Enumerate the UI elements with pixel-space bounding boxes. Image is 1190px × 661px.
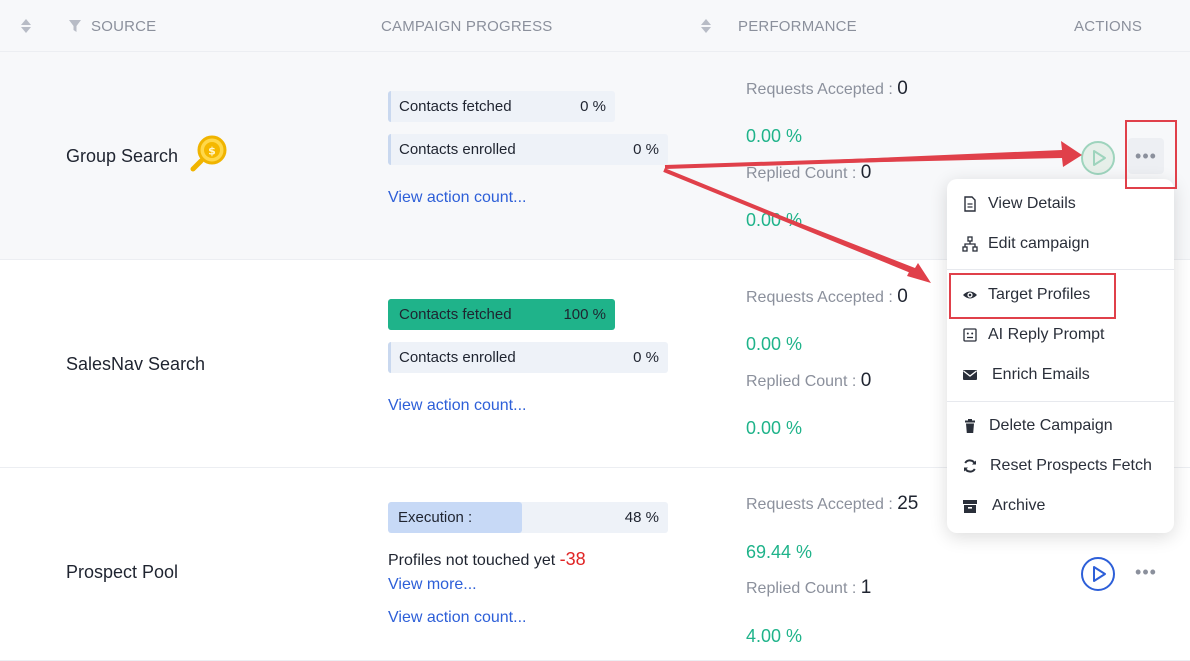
progress-contacts-fetched: Contacts fetched 0 % [388, 91, 615, 122]
replied-count-label: Replied Count : [746, 580, 857, 597]
trash-icon [965, 419, 975, 433]
requests-accepted-percent: 0.00 % [746, 126, 803, 146]
menu-item-label: View Details [988, 195, 1076, 212]
progress-label: Contacts enrolled [399, 141, 516, 158]
view-more-link[interactable]: View more... [388, 576, 477, 594]
progress-value: 100 % [563, 306, 606, 323]
replied-count-percent: 4.00 % [746, 626, 803, 646]
requests-accepted-percent: 0.00 % [746, 334, 803, 354]
play-icon[interactable] [1080, 140, 1116, 176]
progress-value: 0 % [580, 98, 606, 115]
menu-item-ai-reply-prompt[interactable]: AI Reply Prompt [947, 316, 1174, 356]
replied-count-percent: 0.00 % [746, 418, 803, 438]
source-name: SalesNav Search [66, 354, 206, 374]
replied-count: Replied Count : 0 [746, 370, 871, 392]
requests-accepted-percent: 69.44 % [746, 542, 813, 562]
menu-item-view-details[interactable]: View Details [947, 185, 1174, 225]
profiles-untouched-label: Profiles not touched yet [388, 552, 556, 569]
header-source[interactable]: SOURCE [91, 18, 156, 35]
progress-contacts-enrolled: Contacts enrolled 0 % [388, 342, 668, 373]
svg-text:$: $ [208, 145, 216, 158]
menu-divider [947, 401, 1174, 402]
sort-icon[interactable] [700, 16, 712, 36]
requests-accepted: Requests Accepted : 0 [746, 78, 908, 100]
sort-icon[interactable] [20, 16, 32, 36]
requests-accepted-label: Requests Accepted : [746, 496, 893, 513]
source-name: Group Search [66, 146, 179, 166]
view-action-count-link[interactable]: View action count... [388, 609, 526, 627]
replied-count-value: 1 [860, 577, 872, 598]
menu-item-delete-campaign[interactable]: Delete Campaign [947, 407, 1174, 447]
requests-accepted-value: 25 [897, 493, 919, 514]
menu-item-label: Reset Prospects Fetch [990, 457, 1152, 474]
replied-count-label: Replied Count : [746, 165, 857, 182]
replied-count-value: 0 [860, 370, 872, 391]
replied-count-percent: 0.00 % [746, 210, 803, 230]
progress-label: Contacts fetched [399, 98, 512, 115]
execution-progress-bar: Execution : 48 % [388, 502, 668, 533]
requests-accepted-value: 0 [897, 78, 908, 99]
menu-item-edit-campaign[interactable]: Edit campaign [947, 225, 1174, 265]
menu-item-label: Edit campaign [988, 235, 1090, 252]
menu-item-label: AI Reply Prompt [988, 326, 1105, 343]
replied-count: Replied Count : 1 [746, 577, 871, 599]
document-icon [964, 196, 976, 212]
execution-value: 48 % [624, 509, 659, 526]
progress-value: 0 % [633, 141, 659, 158]
menu-item-label: Archive [992, 497, 1046, 514]
requests-accepted: Requests Accepted : 25 [746, 493, 918, 515]
annotation-highlight-box [1125, 120, 1177, 189]
view-action-count-link[interactable]: View action count... [388, 189, 526, 207]
replied-count: Replied Count : 0 [746, 162, 871, 184]
requests-accepted-value: 0 [897, 286, 908, 307]
menu-item-enrich-emails[interactable]: Enrich Emails [947, 356, 1174, 396]
envelope-icon [963, 370, 977, 380]
progress-contacts-enrolled: Contacts enrolled 0 % [388, 134, 668, 165]
menu-item-reset-prospects-fetch[interactable]: Reset Prospects Fetch [947, 447, 1174, 487]
menu-item-archive[interactable]: Archive [947, 487, 1174, 527]
requests-accepted-label: Requests Accepted : [746, 81, 893, 98]
filter-icon[interactable] [68, 19, 82, 33]
table-header: SOURCE CAMPAIGN PROGRESS PERFORMANCE ACT… [0, 0, 1190, 52]
profiles-untouched-value: -38 [559, 549, 586, 569]
progress-contacts-fetched: Contacts fetched 100 % [388, 299, 615, 330]
view-action-count-link[interactable]: View action count... [388, 397, 526, 415]
progress-label: Contacts enrolled [399, 349, 516, 366]
progress-label: Contacts fetched [399, 306, 512, 323]
robot-icon [963, 328, 977, 342]
profiles-untouched: Profiles not touched yet -38 [388, 549, 586, 570]
menu-divider [947, 269, 1174, 270]
more-icon[interactable]: ••• [1128, 554, 1164, 590]
search-coin-icon: $ [190, 135, 227, 172]
requests-accepted-label: Requests Accepted : [746, 289, 893, 306]
sitemap-icon [962, 236, 978, 252]
play-icon[interactable] [1080, 556, 1116, 592]
requests-accepted: Requests Accepted : 0 [746, 286, 908, 308]
header-actions: ACTIONS [1074, 18, 1143, 35]
source-name: Prospect Pool [66, 562, 179, 582]
replied-count-value: 0 [860, 162, 872, 183]
execution-label: Execution : [398, 509, 473, 526]
menu-item-label: Delete Campaign [989, 417, 1113, 434]
actions-menu: View Details Edit campaign Target Profil… [947, 179, 1174, 533]
annotation-highlight-box [949, 273, 1116, 319]
header-performance: PERFORMANCE [738, 18, 857, 35]
replied-count-label: Replied Count : [746, 373, 857, 390]
archive-icon [963, 500, 977, 513]
refresh-icon [964, 459, 976, 473]
progress-value: 0 % [633, 349, 659, 366]
header-campaign-progress: CAMPAIGN PROGRESS [381, 18, 553, 35]
menu-item-label: Enrich Emails [992, 366, 1090, 383]
